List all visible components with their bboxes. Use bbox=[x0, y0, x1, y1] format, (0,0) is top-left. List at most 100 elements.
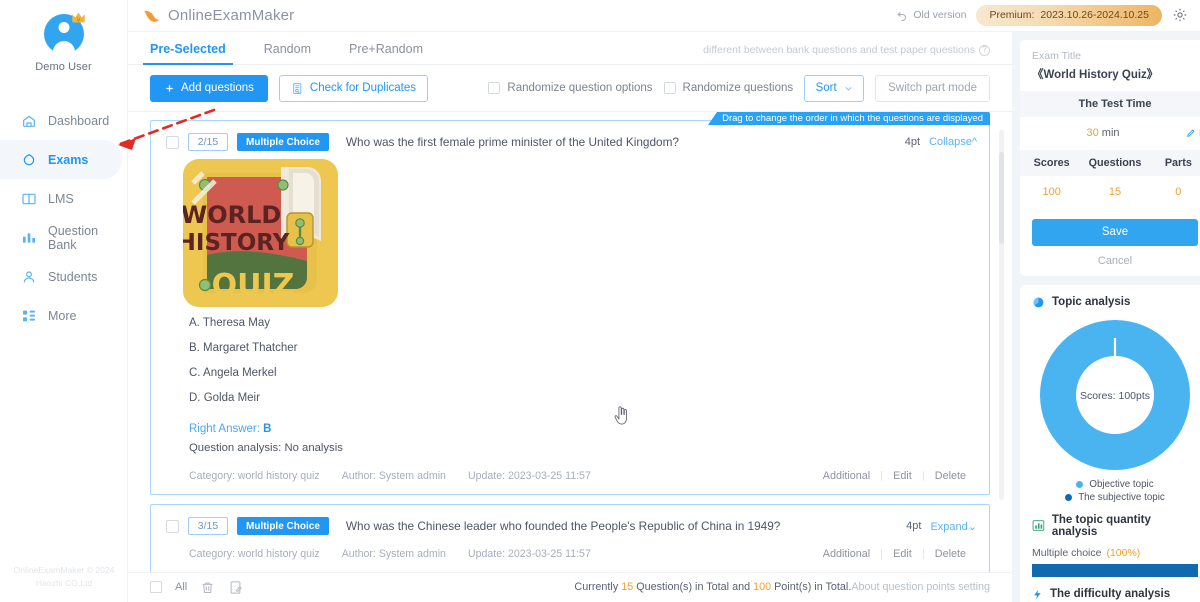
legend-label: The subjective topic bbox=[1078, 492, 1165, 503]
collapse-toggle[interactable]: Collapse^ bbox=[929, 136, 977, 148]
option-d[interactable]: D. Golda Meir bbox=[189, 392, 989, 404]
center-column: Pre-Selected Random Pre+Random different… bbox=[128, 32, 1012, 602]
delete-link[interactable]: Delete bbox=[924, 548, 977, 560]
bar-chart-icon bbox=[1032, 519, 1045, 532]
quantity-bar-fill bbox=[1032, 564, 1198, 577]
test-time-header: The Test Time bbox=[1020, 91, 1200, 117]
delete-link[interactable]: Delete bbox=[924, 470, 977, 482]
question-checkbox[interactable] bbox=[166, 136, 179, 149]
tab-pre-plus-random[interactable]: Pre+Random bbox=[349, 42, 423, 64]
sidebar-item-more[interactable]: More bbox=[0, 296, 127, 335]
home-icon bbox=[21, 113, 37, 129]
sidebar-item-lms[interactable]: LMS bbox=[0, 179, 127, 218]
question-points: 4pt bbox=[906, 520, 921, 532]
switch-part-mode-button[interactable]: Switch part mode bbox=[875, 75, 990, 102]
save-button[interactable]: Save bbox=[1032, 219, 1198, 246]
main-area: OnlineExamMaker Old version Premium: 202… bbox=[128, 0, 1200, 602]
sidebar-item-question-bank[interactable]: Question Bank bbox=[0, 218, 127, 257]
edit-link[interactable]: Edit bbox=[882, 548, 923, 560]
option-c[interactable]: C. Angela Merkel bbox=[189, 367, 989, 379]
old-version-button[interactable]: Old version bbox=[896, 9, 966, 21]
right-panel: Exam Title 《World History Quiz》 The Test… bbox=[1012, 32, 1200, 602]
list-scrollbar[interactable] bbox=[999, 130, 1004, 500]
exam-icon bbox=[21, 152, 37, 168]
question-list: Drag to change the order in which the qu… bbox=[128, 112, 1012, 572]
cancel-button[interactable]: Cancel bbox=[1020, 246, 1200, 267]
sidebar-item-students[interactable]: Students bbox=[0, 257, 127, 296]
crown-icon: V bbox=[71, 11, 86, 24]
sort-label: Sort bbox=[816, 82, 837, 94]
premium-label: Premium: bbox=[989, 9, 1034, 21]
tabs-hint: different between bank questions and tes… bbox=[703, 44, 990, 64]
avatar-body bbox=[53, 41, 75, 54]
additional-link[interactable]: Additional bbox=[812, 470, 881, 482]
question-update: Update: 2023-03-25 11:57 bbox=[468, 548, 591, 560]
gear-icon[interactable] bbox=[1172, 7, 1188, 23]
trash-icon[interactable] bbox=[200, 580, 215, 595]
option-b[interactable]: B. Margaret Thatcher bbox=[189, 342, 989, 354]
batch-edit-icon[interactable] bbox=[228, 580, 243, 595]
tab-label: Pre-Selected bbox=[150, 42, 226, 56]
summary-mid: Question(s) in Total and bbox=[633, 581, 753, 593]
test-time-value: 30 min bbox=[1020, 127, 1186, 139]
lightning-icon bbox=[1032, 588, 1043, 601]
sort-dropdown[interactable]: Sort bbox=[804, 75, 864, 102]
sidebar-item-dashboard[interactable]: Dashboard bbox=[0, 101, 127, 140]
randomize-questions-checkbox[interactable]: Randomize questions bbox=[664, 82, 794, 94]
check-duplicates-button[interactable]: Check for Duplicates bbox=[279, 75, 428, 102]
quantity-analysis-title: The topic quantity analysis bbox=[1052, 514, 1198, 538]
sidebar-item-exams[interactable]: Exams bbox=[0, 140, 122, 179]
option-a[interactable]: A. Theresa May bbox=[189, 317, 989, 329]
user-profile[interactable]: V Demo User bbox=[0, 0, 127, 73]
help-icon[interactable]: ? bbox=[979, 45, 990, 56]
premium-badge[interactable]: Premium: 2023.10.26-2024.10.25 bbox=[976, 5, 1162, 26]
sidebar-footer: OnlineExamMaker © 2024 Haozhi CO.Ltd bbox=[0, 564, 128, 590]
edit-link[interactable]: Edit bbox=[882, 470, 923, 482]
pencil-icon bbox=[1186, 128, 1196, 138]
question-footer: Category: world history quiz Author: Sys… bbox=[151, 454, 989, 494]
question-type-badge: Multiple Choice bbox=[237, 517, 329, 535]
tab-pre-selected[interactable]: Pre-Selected bbox=[150, 42, 226, 64]
randomize-options-checkbox[interactable]: Randomize question options bbox=[488, 82, 652, 94]
bottom-bar: All Currently 15 Question(s) in Total an… bbox=[128, 572, 1012, 602]
quantity-bar-label: Multiple choice(100%) bbox=[1020, 538, 1200, 564]
check-duplicates-label: Check for Duplicates bbox=[310, 82, 416, 94]
question-checkbox[interactable] bbox=[166, 520, 179, 533]
add-questions-button[interactable]: Add questions bbox=[150, 75, 268, 102]
expand-toggle[interactable]: Expand⌄ bbox=[930, 520, 977, 533]
question-actions: Additional Edit Delete bbox=[812, 470, 977, 482]
question-update: Update: 2023-03-25 11:57 bbox=[468, 470, 591, 482]
plus-icon bbox=[164, 83, 175, 94]
analysis-value: No analysis bbox=[284, 442, 342, 454]
stats-value-scores: 100 bbox=[1020, 186, 1083, 198]
undo-icon bbox=[896, 9, 908, 21]
tab-random[interactable]: Random bbox=[264, 42, 311, 64]
points-setting-link[interactable]: About question points setting bbox=[851, 581, 990, 593]
svg-text:QUIZ: QUIZ bbox=[212, 268, 295, 303]
legend-dot bbox=[1065, 494, 1072, 501]
scrollbar-thumb[interactable] bbox=[999, 152, 1004, 244]
question-index: 3/15 bbox=[188, 517, 228, 535]
pie-chart-icon bbox=[1032, 296, 1045, 309]
question-card: 3/15 Multiple Choice Who was the Chinese… bbox=[150, 504, 990, 572]
drag-hint-text: Drag to change the order in which the qu… bbox=[722, 113, 983, 124]
sidebar-item-label: Students bbox=[48, 270, 97, 284]
question-image[interactable]: WORLD HISTORY QUIZ bbox=[183, 159, 338, 307]
question-summary: Currently 15 Question(s) in Total and 10… bbox=[574, 581, 990, 593]
tab-label: Random bbox=[264, 42, 311, 56]
question-image-wrap: WORLD HISTORY QUIZ bbox=[151, 151, 989, 307]
sidebar-nav: Dashboard Exams LMS Question Bank bbox=[0, 101, 127, 335]
question-type-badge: Multiple Choice bbox=[237, 133, 329, 151]
expand-toggle-label: Expand bbox=[930, 521, 967, 533]
additional-link[interactable]: Additional bbox=[812, 548, 881, 560]
stats-col-questions: Questions bbox=[1083, 157, 1146, 169]
checkbox-box bbox=[488, 82, 500, 94]
select-all-checkbox[interactable] bbox=[150, 581, 162, 593]
brand[interactable]: OnlineExamMaker bbox=[142, 6, 294, 25]
edit-test-time-button[interactable]: E bbox=[1186, 127, 1200, 139]
topic-analysis-title: Topic analysis bbox=[1052, 296, 1130, 308]
svg-text:HISTORY: HISTORY bbox=[183, 230, 290, 256]
tabs-hint-text: different between bank questions and tes… bbox=[703, 44, 975, 56]
sidebar-item-label: Dashboard bbox=[48, 114, 109, 128]
difficulty-analysis-section: The difficulty analysis bbox=[1020, 588, 1200, 601]
